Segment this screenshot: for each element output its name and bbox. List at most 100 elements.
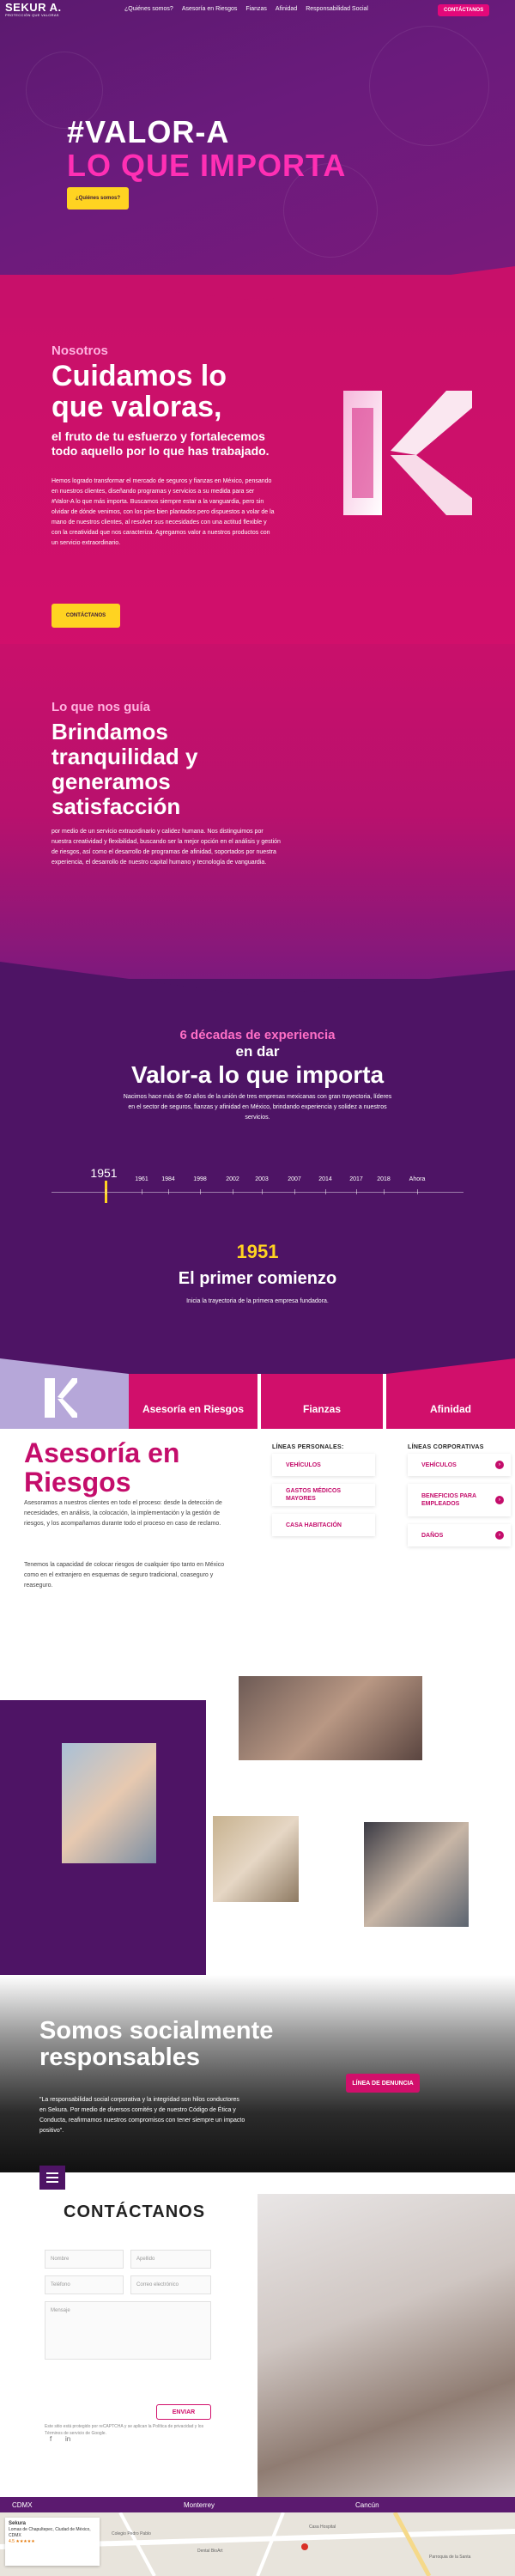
link-label: BENEFICIOS PARA EMPLEADOS xyxy=(421,1493,476,1507)
timeline-tick xyxy=(200,1189,201,1194)
link-label: VEHÍCULOS xyxy=(421,1461,457,1468)
map-label: Casa Hospital xyxy=(309,2524,336,2530)
telefono-field[interactable]: Teléfono xyxy=(45,2275,124,2294)
asesoria-body-2: Tenemos la capacidad de colocar riesgos … xyxy=(24,1562,225,1589)
contact-title: CONTÁCTANOS xyxy=(64,2202,206,2221)
selected-year-text: Inicia la trayectoria de la primera empr… xyxy=(186,1298,329,1304)
timeline-line xyxy=(52,1192,464,1193)
social-quote: "La responsabilidad social corporativa y… xyxy=(39,2097,245,2134)
timeline-tick xyxy=(417,1189,418,1194)
link-label: DAÑOS xyxy=(421,1532,444,1539)
nav-fianzas[interactable]: Fianzas xyxy=(245,6,267,12)
hero-title-highlight: LO QUE IMPORTA xyxy=(67,148,347,183)
timeline-tick xyxy=(262,1189,263,1194)
timeline-year-2014[interactable]: 2014 xyxy=(318,1176,332,1182)
link-label: GASTOS MÉDICOS MAYORES xyxy=(286,1488,342,1502)
hero-quienes-somos-button[interactable]: ¿Quiénes somos? xyxy=(67,187,129,210)
sekura-k-mark-icon xyxy=(343,391,472,515)
linea-denuncia-button[interactable]: LÍNEA DE DENUNCIA xyxy=(346,2074,420,2093)
sekura-k-tab-icon xyxy=(45,1378,77,1418)
link-gastos-medicos[interactable]: GASTOS MÉDICOS MAYORES xyxy=(272,1484,375,1506)
tab-fianzas[interactable]: Fianzas xyxy=(261,1374,383,1429)
nav-responsabilidad-social[interactable]: Responsabilidad Social xyxy=(306,6,368,12)
link-label: VEHÍCULOS xyxy=(286,1461,321,1468)
map-label: Dental BioArt xyxy=(197,2549,223,2554)
timeline-year-2018[interactable]: 2018 xyxy=(377,1176,391,1182)
asesoria-body-1: Asesoramos a nuestros clientes en todo e… xyxy=(24,1500,222,1527)
office-cities-bar: CDMX Monterrey Cancún xyxy=(0,2497,515,2512)
map-card-title: Sekura xyxy=(9,2521,27,2526)
guia-body: por medio de un servicio extraordinario … xyxy=(52,829,281,866)
email-field[interactable]: Correo electrónico xyxy=(130,2275,211,2294)
timeline-tick xyxy=(384,1189,385,1194)
selected-year-heading: El primer comienzo xyxy=(178,1269,337,1288)
photo-family xyxy=(62,1743,156,1863)
link-personal-vehiculos[interactable]: VEHÍCULOS xyxy=(272,1454,375,1476)
timeline-tick xyxy=(356,1189,357,1194)
mensaje-field[interactable]: Mensaje xyxy=(45,2301,211,2360)
arrow-right-icon: › xyxy=(495,1461,504,1469)
map-label: Colegio Pedro Pablo xyxy=(112,2531,151,2537)
section-divider xyxy=(0,266,515,318)
hero-bg-decoration xyxy=(369,26,489,146)
map-label: Parroquia de la Santa xyxy=(429,2555,471,2560)
historia-title-top: en dar xyxy=(235,1043,280,1060)
social-responsibility-section xyxy=(0,1975,515,2172)
city-monterrey[interactable]: Monterrey xyxy=(172,2497,343,2512)
timeline-year-1984[interactable]: 1984 xyxy=(161,1176,175,1182)
nav-asesoria[interactable]: Asesoría en Riesgos xyxy=(182,6,238,12)
city-cdmx[interactable]: CDMX xyxy=(0,2497,172,2512)
nav-afinidad[interactable]: Afinidad xyxy=(276,6,297,12)
timeline-year-1961[interactable]: 1961 xyxy=(135,1176,148,1182)
tab-afinidad[interactable]: Afinidad xyxy=(386,1374,515,1429)
top-navigation: SEKUR A. PROTECCIÓN QUE VALORAS ¿Quiénes… xyxy=(0,0,515,21)
arrow-right-icon: › xyxy=(495,1531,504,1540)
historia-kicker: 6 décadas de experiencia xyxy=(179,1028,336,1042)
timeline-year-2002[interactable]: 2002 xyxy=(226,1176,239,1182)
nosotros-subtitle: el fruto de tu esfuerzo y fortalecemos t… xyxy=(52,429,270,458)
nosotros-kicker: Nosotros xyxy=(52,343,108,358)
link-casa-habitacion[interactable]: CASA HABITACIÓN xyxy=(272,1514,375,1536)
map-card-text: Lomas de Chapultepec, Ciudad de México, … xyxy=(9,2527,91,2538)
timeline-tick xyxy=(325,1189,326,1194)
timeline-tick xyxy=(168,1189,169,1194)
timeline-year-1951[interactable]: 1951 xyxy=(90,1166,117,1180)
nosotros-contact-button[interactable]: CONTÁCTANOS xyxy=(52,604,120,628)
photo-business-meeting xyxy=(258,2194,515,2499)
link-corporativo-vehiculos[interactable]: VEHÍCULOS › xyxy=(408,1454,511,1476)
link-danos[interactable]: DAÑOS › xyxy=(408,1524,511,1546)
logo-wordmark: SEKUR A. xyxy=(5,1,62,14)
sekura-logo[interactable]: SEKUR A. PROTECCIÓN QUE VALORAS xyxy=(5,1,62,18)
header-contact-button[interactable]: CONTÁCTANOS xyxy=(438,4,490,16)
linkedin-icon[interactable]: in xyxy=(65,2435,70,2443)
historia-body: Nacimos hace más de 60 años de la unión … xyxy=(123,1094,392,1121)
guia-kicker: Lo que nos guía xyxy=(52,700,150,714)
guia-title: Brindamos tranquilidad y generamos satis… xyxy=(52,719,198,819)
map-info-card: Sekura Lomas de Chapultepec, Ciudad de M… xyxy=(5,2518,100,2566)
nombre-field[interactable]: Nombre xyxy=(45,2250,124,2269)
arrow-right-icon: › xyxy=(495,1496,504,1504)
photo-child xyxy=(213,1816,299,1902)
selected-year: 1951 xyxy=(236,1241,279,1262)
timeline-year-2017[interactable]: 2017 xyxy=(349,1176,363,1182)
facebook-icon[interactable]: f xyxy=(50,2435,52,2443)
nosotros-title: Cuidamos lo que valoras, xyxy=(52,360,227,423)
asesoria-title: Asesoría en Riesgos xyxy=(24,1437,180,1498)
city-cancun[interactable]: Cancún xyxy=(343,2497,515,2512)
hero-title: #VALOR-A xyxy=(67,114,230,149)
apellido-field[interactable]: Apellido xyxy=(130,2250,211,2269)
timeline-year-2007[interactable]: 2007 xyxy=(288,1176,301,1182)
historia-title: Valor-a lo que importa xyxy=(130,1061,385,1088)
timeline-year-2003[interactable]: 2003 xyxy=(255,1176,269,1182)
send-button[interactable]: ENVIAR xyxy=(156,2404,211,2420)
menu-icon[interactable] xyxy=(39,2166,65,2190)
corporate-lines-heading: LÍNEAS CORPORATIVAS xyxy=(408,1444,484,1450)
main-nav: ¿Quiénes somos? Asesoría en Riesgos Fian… xyxy=(124,6,368,12)
logo-tagline: PROTECCIÓN QUE VALORAS xyxy=(5,13,59,17)
link-beneficios-empleados[interactable]: BENEFICIOS PARA EMPLEADOS › xyxy=(408,1484,511,1516)
social-title: Somos socialmente responsables xyxy=(39,2017,274,2071)
nav-quienes-somos[interactable]: ¿Quiénes somos? xyxy=(124,6,173,12)
tab-asesoria[interactable]: Asesoría en Riesgos xyxy=(129,1374,258,1429)
timeline-year-ahora[interactable]: Ahora xyxy=(409,1176,426,1182)
timeline-year-1998[interactable]: 1998 xyxy=(193,1176,207,1182)
